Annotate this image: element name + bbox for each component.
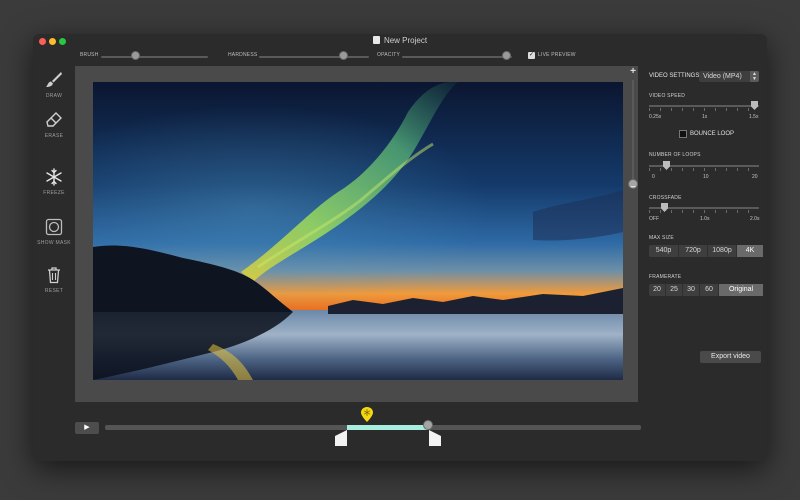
trim-end-handle[interactable] [429,430,441,446]
app-window: New Project BRUSH HARDNESS OPACITY ✓ LIV… [33,34,767,461]
max-size-1080p[interactable]: 1080p [708,245,737,257]
opacity-label: OPACITY [377,52,400,58]
tool-show-mask-label: SHOW MASK [37,240,71,246]
tool-freeze-label: FREEZE [43,190,65,196]
tool-reset-label: RESET [44,288,64,294]
playhead[interactable] [423,420,433,430]
tool-reset[interactable]: RESET [33,266,75,294]
snowflake-icon [46,168,62,186]
title-bar: New Project [33,34,767,49]
brush-label: BRUSH [80,52,99,58]
opacity-slider[interactable] [402,56,512,58]
tool-draw[interactable]: DRAW [33,71,75,99]
brush-toolbar: BRUSH HARDNESS OPACITY ✓ LIVE PREVIEW [33,49,767,65]
max-size-4k[interactable]: 4K [737,245,763,257]
zoom-control: + − [625,66,641,402]
live-preview-label: LIVE PREVIEW [538,52,576,58]
document-icon [372,36,380,44]
aurora-photo[interactable] [93,82,623,380]
crossfade-label: CROSSFADE [649,195,682,201]
tool-sidebar: DRAW ERASE FREEZE SHOW MASK RESET [33,65,75,461]
timeline: ▶ [75,404,645,461]
window-title-text: New Project [383,36,428,45]
framerate-20[interactable]: 20 [649,284,666,296]
mask-icon [45,218,63,236]
brush-slider-thumb[interactable] [131,51,140,60]
eraser-icon [46,112,62,127]
live-preview-checkbox[interactable]: ✓ [528,52,535,59]
tool-show-mask[interactable]: SHOW MASK [33,218,75,246]
tool-freeze[interactable]: FREEZE [33,168,75,196]
brush-slider[interactable] [101,56,208,58]
crossfade-tick-mid: 1.0s [700,216,710,222]
max-size-540p[interactable]: 540p [649,245,679,257]
format-select[interactable]: Video (MP4) ▲ ▼ [699,71,759,82]
crossfade-tick-max: 2.0s [750,216,760,222]
framerate-25[interactable]: 25 [666,284,683,296]
trash-icon [48,267,60,284]
video-speed-tick-max: 1.5x [749,114,759,120]
export-video-button[interactable]: Export video [700,351,761,363]
opacity-slider-thumb[interactable] [502,51,511,60]
loops-tick-min: 0 [652,174,655,180]
zoom-out-button[interactable]: − [625,182,641,193]
tool-erase[interactable]: ERASE [33,111,75,139]
video-speed-tick-min: 0.25x [649,114,662,120]
window-title: New Project [33,36,767,45]
max-size-label: MAX SIZE [649,235,674,241]
framerate-30[interactable]: 30 [683,284,700,296]
video-settings-panel: VIDEO SETTINGS Video (MP4) ▲ ▼ VIDEO SPEE… [645,65,767,461]
loops-label: NUMBER OF LOOPS [649,152,701,158]
play-icon: ▶ [84,424,90,431]
framerate-60[interactable]: 60 [700,284,719,296]
loops-tick-mid: 10 [703,174,709,180]
play-button[interactable]: ▶ [75,422,99,434]
bounce-loop-label: BOUNCE LOOP [690,131,735,137]
chevron-updown-icon: ▲ ▼ [750,71,759,82]
framerate-segmented: 20 25 30 60 Original [649,284,763,296]
loops-tick-max: 20 [752,174,758,180]
framerate-label: FRAMERATE [649,274,682,280]
framerate-original[interactable]: Original [719,284,763,296]
trim-start-handle[interactable] [335,430,347,446]
tool-draw-label: DRAW [45,93,63,99]
video-speed-label: VIDEO SPEED [649,93,686,99]
loops-slider[interactable] [649,161,759,171]
video-settings-title: VIDEO SETTINGS [649,73,700,79]
zoom-slider[interactable] [632,80,634,182]
freeze-frame-marker-icon[interactable] [361,407,373,422]
hardness-slider[interactable] [259,56,369,58]
crossfade-slider[interactable] [649,203,759,213]
bounce-loop-checkbox[interactable] [679,130,687,138]
brush-icon [46,72,62,87]
hardness-label: HARDNESS [228,52,258,58]
tool-erase-label: ERASE [44,133,64,139]
video-speed-tick-mid: 1x [702,114,708,120]
format-select-value: Video (MP4) [703,73,742,80]
hardness-slider-thumb[interactable] [339,51,348,60]
max-size-720p[interactable]: 720p [679,245,708,257]
zoom-in-button[interactable]: + [625,66,641,77]
crossfade-tick-min: OFF [649,216,659,222]
loop-selection[interactable] [347,425,428,430]
video-speed-slider[interactable] [649,101,759,111]
max-size-segmented: 540p 720p 1080p 4K [649,245,763,257]
editor-canvas[interactable] [75,66,638,402]
